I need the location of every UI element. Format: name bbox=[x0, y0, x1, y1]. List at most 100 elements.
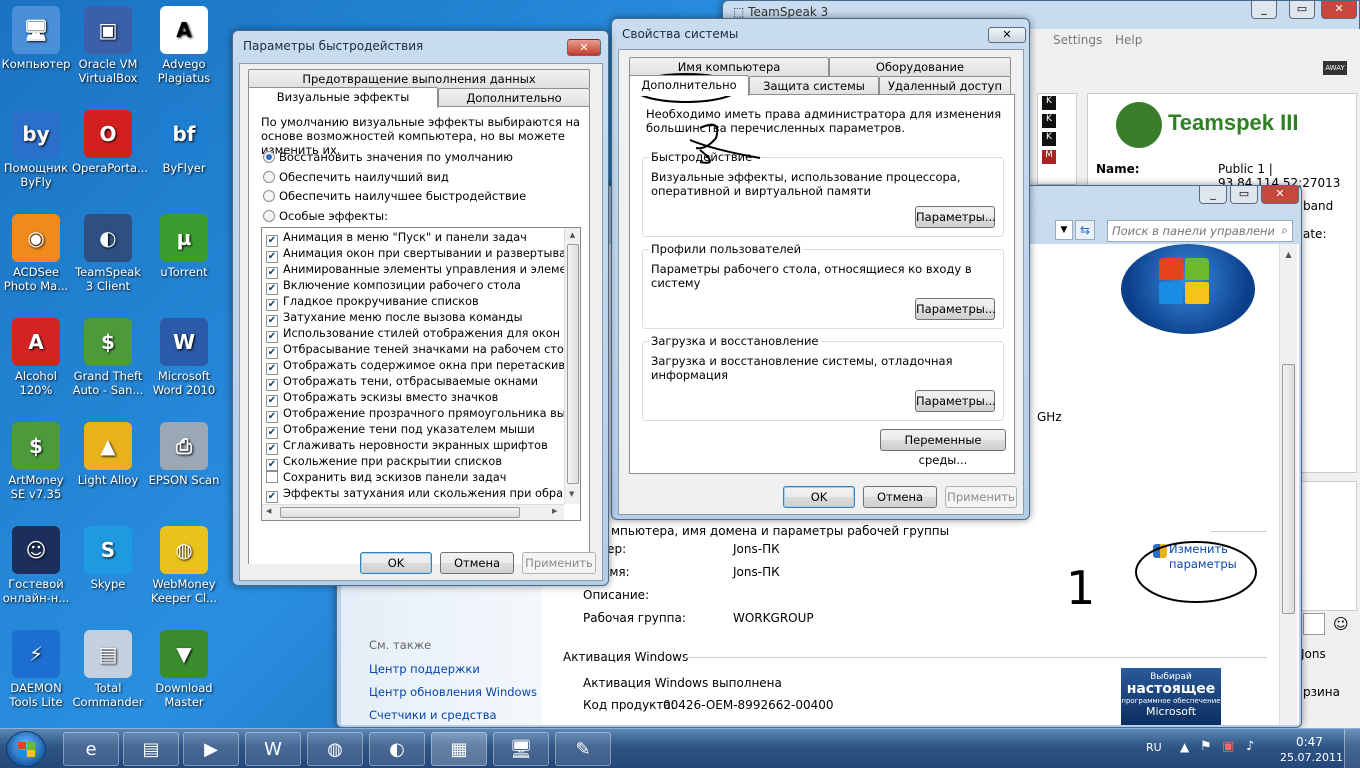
address-dropdown[interactable]: ▼ bbox=[1055, 220, 1073, 240]
language-indicator[interactable]: RU bbox=[1146, 741, 1162, 754]
effect-item[interactable]: ✔ Гладкое прокручивание списков bbox=[266, 294, 479, 311]
effect-item[interactable]: ✔ Анимация в меню "Пуск" и панели задач bbox=[266, 230, 527, 247]
sysprops-ok-button[interactable]: OK bbox=[783, 486, 855, 508]
tab-dep[interactable]: Предотвращение выполнения данных bbox=[248, 69, 590, 88]
sysprops-apply-button[interactable]: Применить bbox=[945, 486, 1017, 508]
effects-vscrollbar[interactable]: ▲ ▼ bbox=[564, 228, 580, 504]
desktop-icon[interactable]: ▤ Total Commander bbox=[72, 630, 144, 709]
env-variables-button[interactable]: Переменные среды... bbox=[880, 429, 1006, 467]
tab-computer-name[interactable]: Имя компьютера bbox=[629, 57, 829, 76]
taskbar-ie-icon[interactable]: e bbox=[63, 732, 119, 766]
tab-hardware[interactable]: Оборудование bbox=[829, 57, 1011, 76]
effect-item[interactable]: ✔ Использование стилей отображения для ок… bbox=[266, 326, 580, 343]
start-button[interactable] bbox=[6, 731, 46, 767]
desktop-icon[interactable]: S Skype bbox=[72, 526, 144, 591]
menu-settings[interactable]: Settings bbox=[1053, 33, 1102, 47]
perf-cancel-button[interactable]: Отмена bbox=[440, 552, 514, 574]
clock-date[interactable]: 25.07.2011 bbox=[1280, 751, 1343, 764]
effects-radio[interactable] bbox=[263, 190, 275, 202]
desktop-icon[interactable]: ◉ ACDSee Photo Ma... bbox=[0, 214, 72, 293]
effect-item[interactable]: ✔ Эффекты затухания или скольжения при об… bbox=[266, 486, 580, 503]
desktop-icon[interactable]: ⎙ EPSON Scan bbox=[148, 422, 220, 487]
tab-perf-advanced[interactable]: Дополнительно bbox=[438, 88, 590, 107]
cp-scrollbar[interactable]: ▲ bbox=[1279, 244, 1297, 725]
effect-item[interactable]: Сохранить вид эскизов панели задач bbox=[266, 470, 506, 486]
see-also-link[interactable]: Центр поддержки bbox=[369, 662, 480, 676]
change-settings-link[interactable]: Изменить параметры bbox=[1169, 542, 1259, 572]
tab-remote[interactable]: Удаленный доступ bbox=[879, 76, 1011, 95]
cp-minimize-button[interactable]: _ bbox=[1199, 186, 1227, 204]
effect-item[interactable]: ✔ Затухание меню после вызова команды bbox=[266, 310, 523, 327]
maximize-button[interactable]: ▭ bbox=[1289, 1, 1315, 19]
tray-arrow-icon[interactable]: ▲ bbox=[1180, 740, 1189, 754]
group-settings-button[interactable]: Параметры... bbox=[915, 298, 996, 320]
effects-radio[interactable] bbox=[263, 209, 275, 222]
cp-maximize-button[interactable]: ▭ bbox=[1230, 186, 1258, 204]
effect-item[interactable]: ✔ Отображение тени под указателем мыши bbox=[266, 422, 535, 439]
minimize-button[interactable]: _ bbox=[1251, 1, 1277, 19]
search-box[interactable]: ⌕ bbox=[1107, 220, 1293, 242]
perf-ok-button[interactable]: OK bbox=[360, 552, 432, 574]
taskbar-paint-icon[interactable]: ✎ bbox=[555, 732, 611, 766]
effect-item[interactable]: ✔ Анимация окон при свертывании и разверт… bbox=[266, 246, 580, 263]
desktop-icon[interactable]: by Помощник ByFly bbox=[0, 110, 72, 189]
effect-item[interactable]: ✔ Отображать тени, отбрасываемые окнами bbox=[266, 374, 538, 391]
see-also-link[interactable]: Счетчики и средства bbox=[369, 708, 497, 722]
sysprops-cancel-button[interactable]: Отмена bbox=[863, 486, 937, 508]
taskbar-mediaplayer-icon[interactable]: ▶ bbox=[183, 732, 239, 766]
effect-checkbox[interactable]: ✔ bbox=[266, 491, 278, 503]
refresh-icon[interactable]: ⇆ bbox=[1075, 220, 1095, 240]
desktop-icon[interactable]: ▣ Oracle VM VirtualBox bbox=[72, 6, 144, 85]
search-input[interactable] bbox=[1108, 221, 1274, 241]
sysprops-close-button[interactable]: ✕ bbox=[988, 27, 1026, 43]
cp-close-button[interactable]: ✕ bbox=[1261, 186, 1299, 204]
tray-flag-icon[interactable]: ⚑ bbox=[1200, 739, 1212, 754]
desktop-icon[interactable]: ▲ Light Alloy bbox=[72, 422, 144, 487]
group-settings-button[interactable]: Параметры... bbox=[915, 206, 996, 228]
effects-radio[interactable] bbox=[263, 170, 275, 183]
chat-area[interactable] bbox=[1293, 481, 1357, 611]
search-icon[interactable]: ⌕ bbox=[1281, 223, 1288, 238]
effects-radio[interactable] bbox=[263, 151, 275, 163]
emoji-icon[interactable]: ☺ bbox=[1333, 615, 1349, 633]
tray-network-icon[interactable]: ▣ bbox=[1222, 739, 1234, 754]
away-icon[interactable]: AWAY bbox=[1323, 61, 1347, 75]
effect-item[interactable]: ✔ Анимированные элементы управления и эле… bbox=[266, 262, 580, 279]
desktop-icon[interactable]: ▼ Download Master bbox=[148, 630, 220, 709]
effect-checkbox[interactable] bbox=[266, 471, 278, 483]
chat-input[interactable] bbox=[1303, 613, 1325, 635]
menu-help[interactable]: Help bbox=[1115, 33, 1142, 47]
desktop-icon[interactable]: µ uTorrent bbox=[148, 214, 220, 279]
desktop-icon[interactable]: ☺ Гостевой онлайн-н... bbox=[0, 526, 72, 605]
effects-hscrollbar[interactable]: ◀ ▶ bbox=[262, 504, 564, 520]
desktop-icon[interactable]: 🖥 Компьютер bbox=[0, 6, 72, 71]
genuine-microsoft-badge[interactable]: Выбирай настоящее программное обеспечени… bbox=[1121, 668, 1221, 725]
taskbar-teamspeak-icon[interactable]: ◐ bbox=[369, 732, 425, 766]
taskbar-controlpanel-icon[interactable]: ▦ bbox=[431, 732, 487, 766]
taskbar-program-icon[interactable]: ◍ bbox=[307, 732, 363, 766]
desktop-icon[interactable]: bf ByFlyer bbox=[148, 110, 220, 175]
tab-advanced[interactable]: Дополнительно bbox=[629, 75, 749, 96]
desktop-icon[interactable]: O OperaPorta... bbox=[72, 110, 148, 175]
desktop-icon[interactable]: ◐ TeamSpeak 3 Client bbox=[72, 214, 144, 293]
tab-visual-effects[interactable]: Визуальные эффекты bbox=[248, 87, 438, 108]
effect-item[interactable]: ✔ Скольжение при раскрытии списков bbox=[266, 454, 502, 471]
desktop-icon[interactable]: ◍ WebMoney Keeper Cl... bbox=[148, 526, 220, 605]
tray-volume-icon[interactable]: ♪ bbox=[1246, 739, 1254, 754]
effect-item[interactable]: ✔ Отбрасывание теней значками на рабочем … bbox=[266, 342, 578, 359]
desktop-icon[interactable]: W Microsoft Word 2010 bbox=[148, 318, 220, 397]
desktop-icon[interactable]: $ Grand Theft Auto - San... bbox=[72, 318, 144, 397]
desktop-icon[interactable]: A Advego Plagiatus bbox=[148, 6, 220, 85]
perf-close-button[interactable]: ✕ bbox=[567, 39, 601, 56]
effect-item[interactable]: ✔ Отображать эскизы вместо значков bbox=[266, 390, 498, 407]
effect-item[interactable]: ✔ Сглаживать неровности экранных шрифтов bbox=[266, 438, 548, 455]
system-properties-dialog[interactable]: Свойства системы ✕ Имя компьютера Оборуд… bbox=[611, 18, 1030, 520]
taskbar-computer-icon[interactable]: 🖥 bbox=[493, 732, 549, 766]
jons-tab[interactable]: Jons bbox=[1301, 647, 1326, 661]
performance-options-dialog[interactable]: Параметры быстродействия ✕ Предотвращени… bbox=[232, 30, 609, 586]
show-desktop-button[interactable] bbox=[1344, 729, 1360, 768]
taskbar-explorer-icon[interactable]: ▤ bbox=[123, 732, 179, 766]
taskbar-word-icon[interactable]: W bbox=[245, 732, 301, 766]
perf-apply-button[interactable]: Применить bbox=[522, 552, 596, 574]
see-also-link[interactable]: Центр обновления Windows bbox=[369, 685, 537, 699]
